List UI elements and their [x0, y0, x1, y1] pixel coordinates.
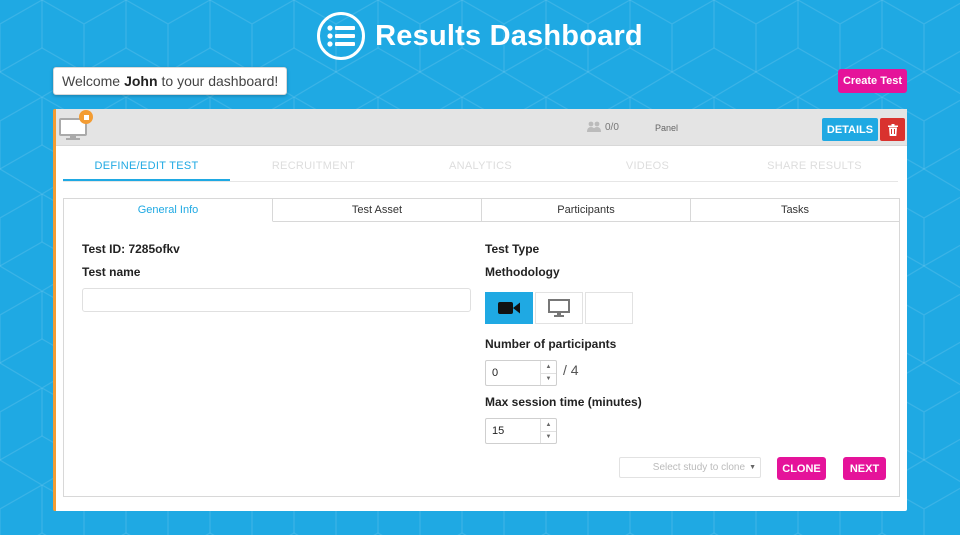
test-type-label: Test Type: [485, 242, 540, 256]
subtab-tasks[interactable]: Tasks: [691, 198, 900, 222]
desktop-icon: [548, 299, 570, 317]
methodology-desktop-button[interactable]: [535, 292, 583, 324]
test-card-header: 0/0 Panel DETAILS: [56, 109, 907, 146]
tab-videos[interactable]: VIDEOS: [564, 156, 731, 181]
page-title: Results Dashboard: [375, 19, 643, 52]
subtab-test-asset[interactable]: Test Asset: [273, 198, 482, 222]
status-indicator: [79, 110, 93, 124]
participants-count-value: 0/0: [605, 121, 619, 133]
sub-tabs: General Info Test Asset Participants Tas…: [63, 198, 900, 222]
user-name: John: [124, 73, 158, 89]
next-button[interactable]: NEXT: [843, 457, 886, 480]
welcome-prefix: Welcome: [62, 73, 121, 89]
participants-stepper[interactable]: 0 ▲ ▼: [485, 360, 557, 386]
test-card: 0/0 Panel DETAILS DEFINE/EDIT TEST RECRU…: [53, 109, 907, 511]
methodology-label: Methodology: [485, 265, 560, 279]
users-icon: [587, 121, 601, 132]
test-name-label: Test name: [82, 265, 141, 279]
chevron-up-icon[interactable]: ▲: [541, 419, 556, 432]
details-button[interactable]: DETAILS: [822, 118, 878, 141]
test-id-label: Test ID: 7285ofkv: [82, 242, 180, 256]
tab-define-edit-test[interactable]: DEFINE/EDIT TEST: [63, 156, 230, 181]
session-time-value[interactable]: 15: [486, 419, 540, 443]
main-tabs: DEFINE/EDIT TEST RECRUITMENT ANALYTICS V…: [63, 156, 898, 182]
app-header: Results Dashboard: [0, 12, 960, 60]
create-test-button[interactable]: Create Test: [838, 69, 907, 93]
general-info-panel: Test ID: 7285ofkv Test name Test Type Me…: [63, 221, 900, 497]
list-icon: [317, 12, 366, 60]
tab-share-results[interactable]: SHARE RESULTS: [731, 156, 898, 181]
subtab-general-info[interactable]: General Info: [63, 198, 273, 222]
participants-stepper-arrows: ▲ ▼: [540, 361, 556, 385]
panel-label: Panel: [655, 123, 679, 133]
chevron-up-icon[interactable]: ▲: [541, 361, 556, 374]
clone-button[interactable]: CLONE: [777, 457, 826, 480]
delete-button[interactable]: [880, 118, 905, 141]
device-status: [59, 110, 93, 143]
clone-study-select[interactable]: Select study to clone ▼: [619, 457, 761, 478]
test-name-input[interactable]: [82, 288, 471, 312]
clone-select-placeholder: Select study to clone: [652, 462, 746, 473]
participants-label: Number of participants: [485, 337, 617, 351]
trash-icon: [887, 123, 898, 136]
participants-count: 0/0: [587, 121, 619, 133]
participants-value[interactable]: 0: [486, 361, 540, 385]
subtab-participants[interactable]: Participants: [482, 198, 691, 222]
video-camera-icon: [498, 302, 520, 314]
chevron-down-icon[interactable]: ▼: [541, 432, 556, 444]
methodology-selector: [485, 292, 633, 324]
tab-recruitment[interactable]: RECRUITMENT: [230, 156, 397, 181]
participants-max: / 4: [563, 362, 579, 378]
session-stepper-arrows: ▲ ▼: [540, 419, 556, 443]
welcome-suffix: to your dashboard!: [161, 73, 279, 89]
session-time-label: Max session time (minutes): [485, 395, 642, 409]
chevron-down-icon[interactable]: ▼: [541, 374, 556, 386]
session-time-stepper[interactable]: 15 ▲ ▼: [485, 418, 557, 444]
caret-down-icon: ▼: [749, 464, 756, 471]
tab-analytics[interactable]: ANALYTICS: [397, 156, 564, 181]
methodology-blank-button[interactable]: [585, 292, 633, 324]
welcome-banner: Welcome John to your dashboard!: [53, 67, 288, 95]
methodology-video-button[interactable]: [485, 292, 533, 324]
